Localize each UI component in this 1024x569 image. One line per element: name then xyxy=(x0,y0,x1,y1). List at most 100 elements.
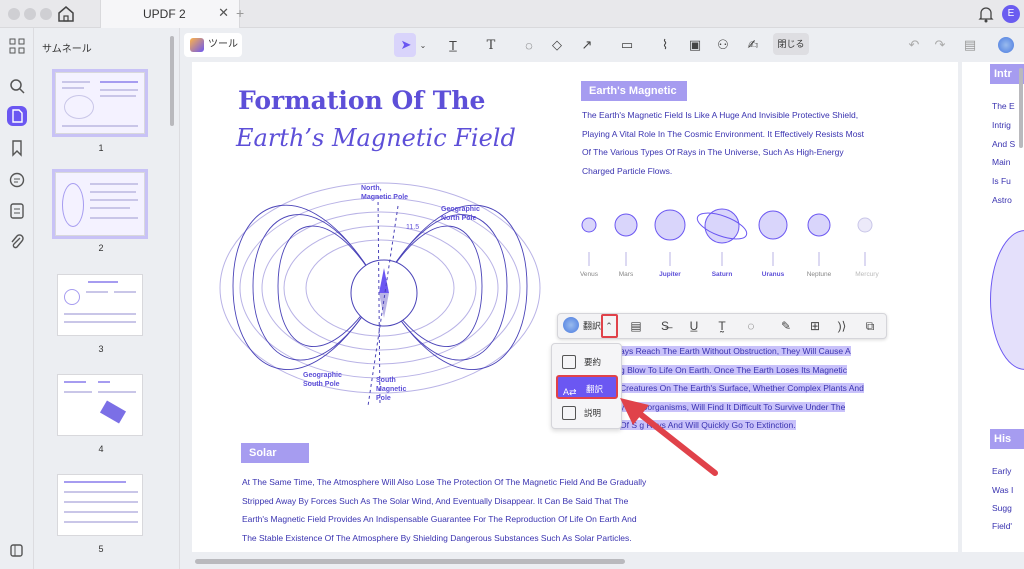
annotation-arrow xyxy=(620,398,718,476)
page-number: 1 xyxy=(98,143,104,153)
ai-icon[interactable] xyxy=(563,317,579,333)
text-line: The Earth's Magnetic Field Is Like A Hug… xyxy=(582,110,859,120)
planet-label: Mars xyxy=(618,271,634,278)
page-number: 3 xyxy=(98,344,104,354)
close-window-button[interactable] xyxy=(8,8,20,20)
thumbnail-page-icon[interactable] xyxy=(7,106,27,126)
section-heading: Solar Wind xyxy=(241,443,309,479)
south-magnetic-pole-label: South Magnetic Pole xyxy=(376,377,407,402)
edit-note-icon[interactable]: ✎ xyxy=(778,318,794,334)
page-thumbnail-1[interactable] xyxy=(52,69,148,137)
chevron-down-icon[interactable]: ⌄ xyxy=(419,33,427,57)
pen-icon[interactable]: ✍ xyxy=(744,33,762,57)
title-bar: UPDF 2 ✕ + E xyxy=(0,0,1024,28)
bookmark-icon[interactable] xyxy=(7,138,27,158)
text-line: Earth's Magnetic Field Provides An Indis… xyxy=(242,514,637,524)
document-title-line2: Earth’s Magnetic Field xyxy=(236,124,516,152)
north-magnetic-pole-label: North, Magnetic Pole xyxy=(361,185,409,201)
page-thumbnail-5[interactable] xyxy=(57,474,143,536)
tools-button[interactable]: ツール xyxy=(184,33,242,57)
copy-icon[interactable]: ⧉ xyxy=(862,318,878,334)
text-line: Field' xyxy=(992,521,1013,531)
form-icon[interactable] xyxy=(7,201,27,221)
zoom-window-button[interactable] xyxy=(40,8,52,20)
page-thumbnail-4[interactable] xyxy=(57,374,143,436)
geographic-north-pole-label: Geographic North Pole xyxy=(441,206,480,222)
text-line: Early xyxy=(992,466,1012,476)
redo-icon[interactable]: ↷ xyxy=(932,33,948,57)
section-heading: Earth's Magnetic xyxy=(581,81,687,101)
attachment-icon[interactable] xyxy=(7,232,27,252)
underline-icon[interactable]: U̲ xyxy=(686,318,702,334)
section-heading: His xyxy=(990,429,1024,449)
undo-icon[interactable]: ↶ xyxy=(906,33,922,57)
page-horizontal-scrollbar[interactable] xyxy=(195,559,625,564)
planet-label: Saturn xyxy=(711,271,733,278)
close-button[interactable]: 閉じる xyxy=(773,33,809,55)
planet-label: Neptune xyxy=(806,271,832,278)
text-line: And S xyxy=(992,139,1016,149)
text-line: Of The Various Types Of Rays in The Univ… xyxy=(582,147,844,157)
comment-icon[interactable] xyxy=(7,170,27,190)
minimize-window-button[interactable] xyxy=(24,8,36,20)
page-thumbnail-3[interactable] xyxy=(57,274,143,336)
page-thumbnail-2[interactable] xyxy=(52,169,148,239)
eraser-icon[interactable]: ◇ xyxy=(548,33,566,57)
menu-item-label: 要約 xyxy=(584,357,602,367)
section2-paragraph: At The Same Time, The Atmosphere Will Al… xyxy=(242,473,672,547)
home-icon[interactable] xyxy=(56,4,76,24)
highlight-icon[interactable]: ▤ xyxy=(628,318,644,334)
text-line: Astro xyxy=(992,195,1012,205)
tab-close-icon[interactable]: ✕ xyxy=(218,5,229,21)
text-line: Intrig xyxy=(992,120,1011,130)
tilt-angle-label: 11.5 xyxy=(406,224,420,231)
planet-label: Jupiter xyxy=(659,271,681,278)
avatar[interactable]: E xyxy=(1002,5,1020,23)
menu-item-label: 説明 xyxy=(584,408,602,418)
planet-label: Mercury xyxy=(855,271,879,278)
bookmark-add-icon[interactable]: ⊞ xyxy=(807,318,823,334)
attach-tool-icon[interactable]: ⌇ xyxy=(656,33,674,57)
comment-tool-icon[interactable]: ◌ xyxy=(520,33,538,57)
main-toolbar xyxy=(180,28,1024,62)
search-icon[interactable] xyxy=(7,76,27,96)
ai-assistant-icon[interactable] xyxy=(998,37,1014,53)
menu-item-label: 翻訳 xyxy=(586,384,604,394)
grid-icon[interactable] xyxy=(7,36,27,56)
page-vertical-scrollbar[interactable] xyxy=(1019,68,1023,148)
layers-icon[interactable] xyxy=(7,540,27,560)
bell-icon[interactable] xyxy=(978,5,994,23)
squiggly-text-icon[interactable]: T̰ xyxy=(714,318,730,334)
selected-text-line: ays Reach The Earth Without Obstruction,… xyxy=(620,346,851,356)
geographic-south-pole-label: Geographic South Pole xyxy=(303,372,342,388)
tab-title: UPDF 2 xyxy=(143,7,186,21)
save-icon[interactable]: ▤ xyxy=(962,33,978,57)
measure-icon[interactable]: ▭ xyxy=(618,33,636,57)
translate-label[interactable]: 翻訳 xyxy=(583,319,601,332)
planet-diagram xyxy=(581,208,873,266)
document-tab[interactable]: UPDF 2 ✕ xyxy=(100,0,240,28)
thumbnail-scrollbar[interactable] xyxy=(170,36,174,126)
new-tab-icon[interactable]: + xyxy=(236,5,244,21)
stamp-icon[interactable]: ▣ xyxy=(686,33,704,57)
text-line: Charged Particle Flows. xyxy=(582,165,673,176)
read-aloud-icon[interactable]: )⟩ xyxy=(834,318,850,334)
comment-bubble-icon[interactable]: ◌ xyxy=(743,318,759,334)
text-icon[interactable]: T xyxy=(481,33,501,57)
menu-item-summarize[interactable]: 要約 xyxy=(556,350,618,374)
strikethrough-icon[interactable]: S̶ xyxy=(657,318,673,334)
document-title-line1: Formation Of The xyxy=(238,86,486,115)
text-line: At The Same Time, The Atmosphere Will Al… xyxy=(242,477,647,487)
page-number: 5 xyxy=(98,544,104,554)
signature-icon[interactable]: ⚇ xyxy=(714,33,732,57)
menu-item-translate[interactable]: A⇄ 翻訳 xyxy=(556,375,618,399)
arrow-icon[interactable]: ↗ xyxy=(578,33,596,57)
text-box-icon[interactable]: T̲ xyxy=(443,33,463,57)
text-line: Stripped Away By Forces Such As The Sola… xyxy=(242,495,629,506)
page-number: 2 xyxy=(98,243,104,253)
app-window: UPDF 2 ✕ + E サムネール 1 2 3 4 5 ツール ➤ ⌄ T̲ … xyxy=(0,0,1024,569)
page-number: 4 xyxy=(98,444,104,454)
menu-item-explain[interactable]: 説明 xyxy=(556,401,618,425)
ai-dropdown-menu: 要約 A⇄ 翻訳 説明 xyxy=(551,343,622,429)
text-line: Sugg xyxy=(992,503,1012,513)
